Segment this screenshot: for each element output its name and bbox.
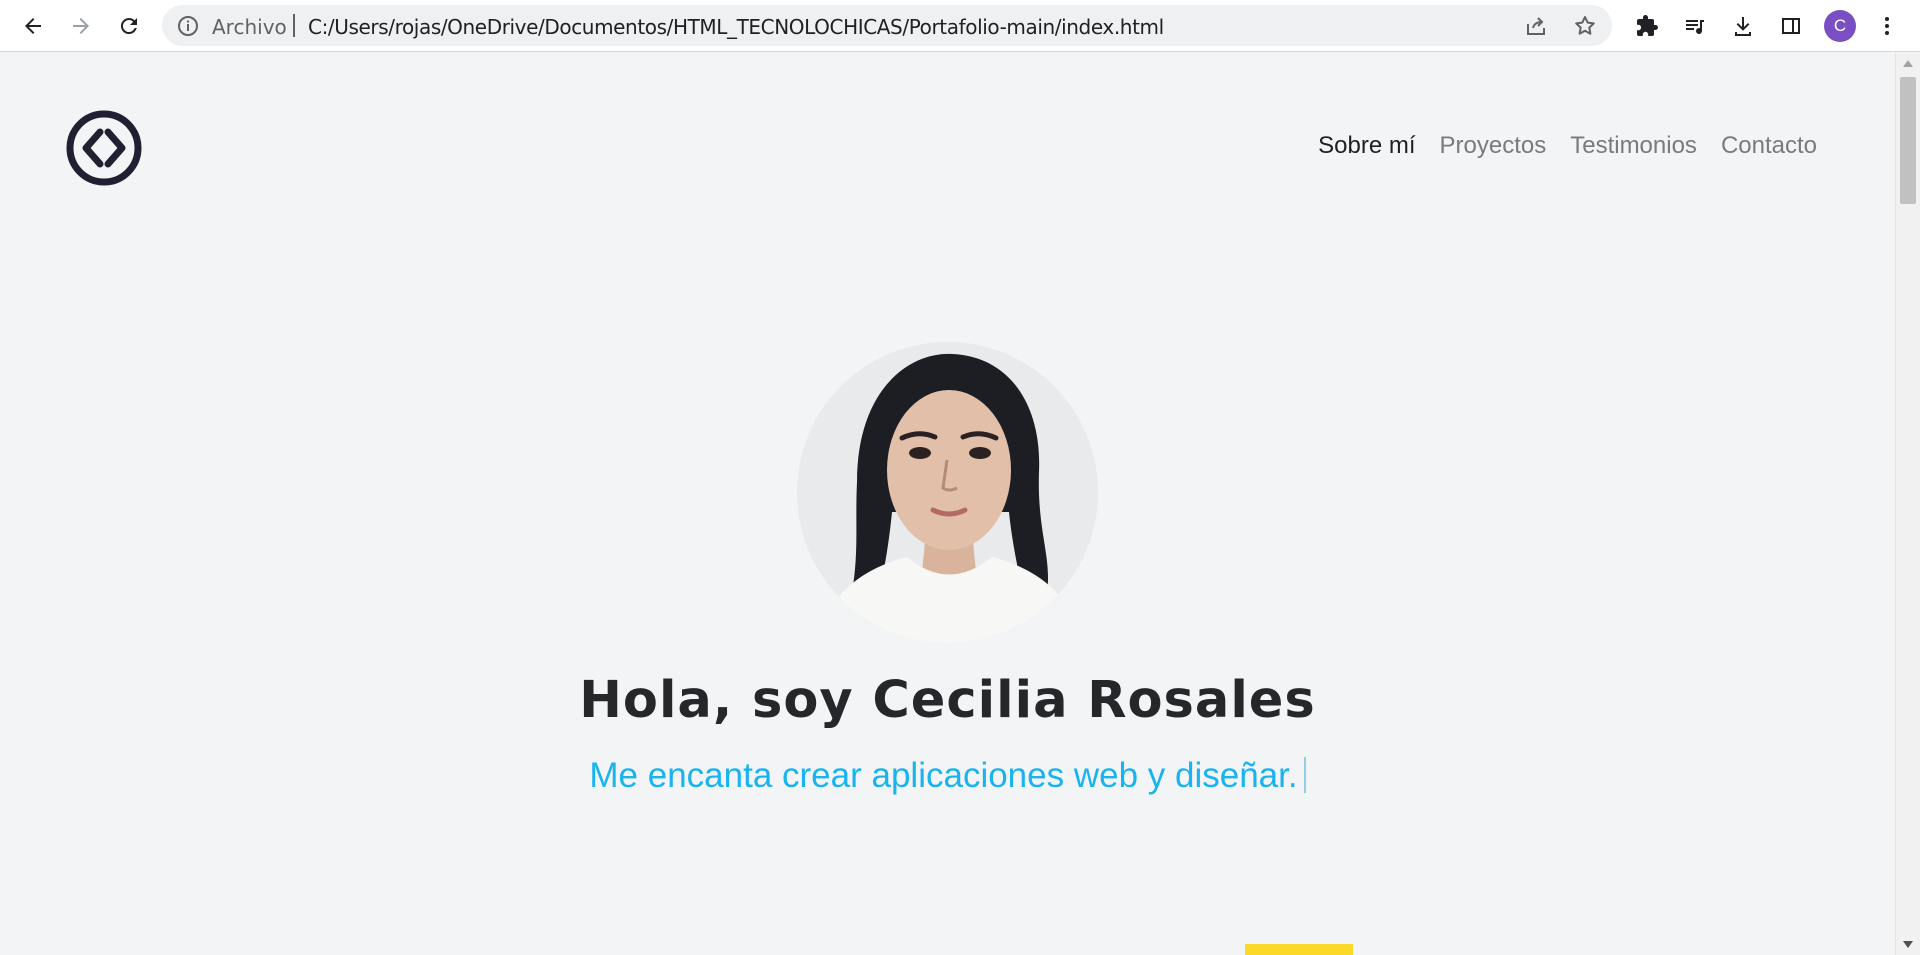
code-logo-icon[interactable]: [64, 108, 144, 188]
download-button[interactable]: [1727, 10, 1759, 42]
media-queue-button[interactable]: [1679, 10, 1711, 42]
kebab-menu-icon: [1885, 17, 1889, 35]
scroll-down-arrow[interactable]: [1903, 941, 1913, 948]
hero-title: Hola, soy Cecilia Rosales: [579, 671, 1316, 730]
share-icon[interactable]: [1524, 14, 1548, 38]
info-icon[interactable]: [176, 14, 200, 38]
nav-proyectos[interactable]: Proyectos: [1440, 132, 1547, 160]
nav-testimonios[interactable]: Testimonios: [1570, 132, 1697, 160]
hero-subtitle: Me encanta crear aplicaciones web y dise…: [0, 756, 1895, 796]
yellow-accent-bar: [1245, 944, 1353, 955]
url-separator: [293, 14, 295, 37]
portfolio-page: Sobre mí Proyectos Testimonios Contacto: [0, 53, 1895, 955]
scroll-up-arrow[interactable]: [1903, 60, 1913, 67]
star-icon[interactable]: [1573, 14, 1597, 38]
forward-icon: [73, 18, 89, 34]
browser-menu-button[interactable]: [1871, 10, 1903, 42]
profile-avatar[interactable]: C: [1824, 10, 1856, 42]
media-queue-icon: [1686, 20, 1704, 35]
nav-sobre-mi[interactable]: Sobre mí: [1318, 132, 1415, 160]
page-scrollbar[interactable]: [1895, 53, 1920, 955]
back-icon: [25, 18, 41, 34]
portrait-illustration: [797, 342, 1098, 643]
download-icon: [1735, 17, 1751, 36]
hero-subtitle-text: Me encanta crear aplicaciones web y dise…: [589, 756, 1298, 795]
side-panel-button[interactable]: [1775, 10, 1807, 42]
url-text[interactable]: C:/Users/rojas/OneDrive/Documentos/HTML_…: [308, 15, 1164, 39]
extensions-icon: [1637, 15, 1658, 36]
forward-button[interactable]: [65, 10, 97, 42]
back-button[interactable]: [17, 10, 49, 42]
browser-toolbar: Archivo C:/Users/rojas/OneDrive/Document…: [0, 0, 1920, 52]
side-panel-icon: [1782, 18, 1800, 34]
reload-icon: [120, 18, 137, 35]
extensions-button[interactable]: [1631, 10, 1663, 42]
address-bar[interactable]: Archivo C:/Users/rojas/OneDrive/Document…: [162, 5, 1612, 46]
reload-button[interactable]: [113, 10, 145, 42]
main-nav: Sobre mí Proyectos Testimonios Contacto: [1318, 132, 1817, 160]
scroll-thumb[interactable]: [1900, 77, 1916, 204]
typing-caret: [1303, 757, 1306, 793]
profile-photo: [797, 342, 1098, 643]
nav-contacto[interactable]: Contacto: [1721, 132, 1817, 160]
url-scheme-label: Archivo: [212, 15, 287, 39]
